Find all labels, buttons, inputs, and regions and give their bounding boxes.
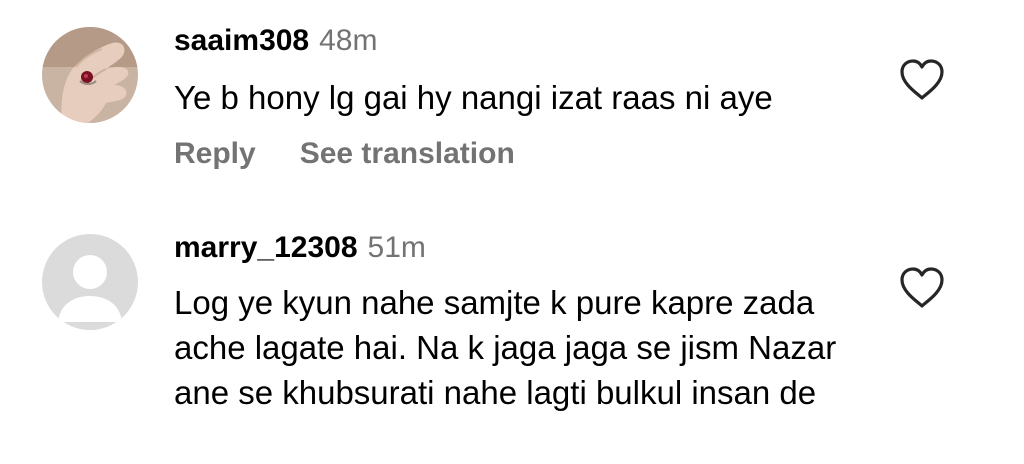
comment-meta: marry_12308 51m <box>174 228 914 268</box>
comment-timestamp: 48m <box>319 24 378 57</box>
comment-actions: Reply See translation <box>174 134 914 174</box>
like-button[interactable] <box>898 58 946 102</box>
avatar[interactable] <box>42 27 138 123</box>
reply-button[interactable]: Reply <box>174 137 256 170</box>
avatar[interactable] <box>42 234 138 330</box>
heart-outline-icon <box>900 267 944 308</box>
like-button[interactable] <box>898 266 946 310</box>
heart-outline-icon <box>900 59 944 100</box>
comment-meta: saaim308 48m <box>174 21 914 61</box>
comment-username[interactable]: saaim308 <box>174 24 309 57</box>
hand-with-ring-photo <box>42 27 138 123</box>
comment-item: saaim308 48m Ye b hony lg gai hy nangi iz… <box>0 0 1024 200</box>
comment-username[interactable]: marry_12308 <box>174 231 358 264</box>
comment-body: saaim308 48m Ye b hony lg gai hy nangi iz… <box>174 21 914 174</box>
comment-body: marry_12308 51m Log ye kyun nahe samjte k… <box>174 228 914 415</box>
comment-text: Ye b hony lg gai hy nangi izat raas ni a… <box>174 79 773 116</box>
default-profile-avatar <box>42 234 138 330</box>
comment-text: Log ye kyun nahe samjte k pure kapre zad… <box>174 284 837 411</box>
comment-timestamp: 51m <box>367 231 426 264</box>
comment-item: marry_12308 51m Log ye kyun nahe samjte k… <box>0 200 1024 464</box>
see-translation-button[interactable]: See translation <box>300 137 515 170</box>
